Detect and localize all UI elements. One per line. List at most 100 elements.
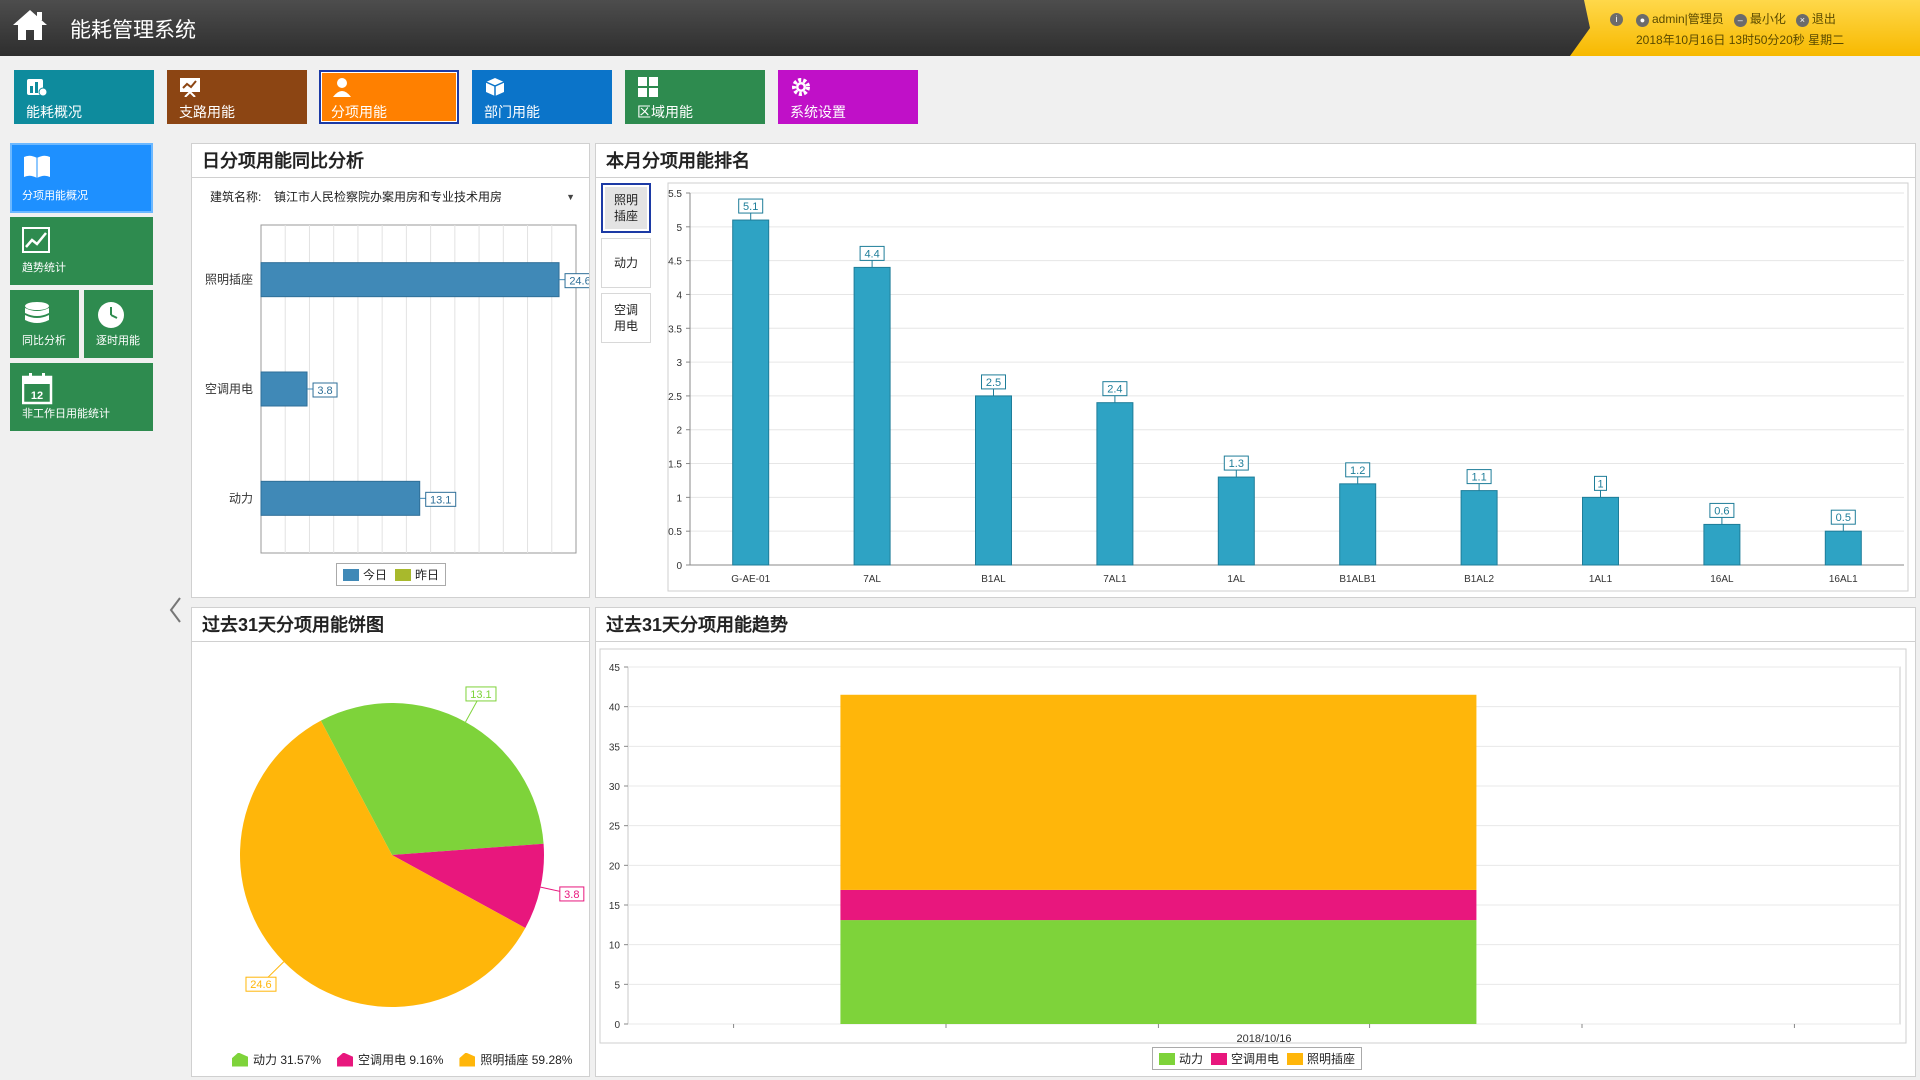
app-title: 能耗管理系统 xyxy=(70,19,196,42)
legend-item-air-conditioning[interactable]: 空调用电 9.16% xyxy=(337,1051,443,1068)
sidebar-item-label: 非工作日用能统计 xyxy=(22,408,110,420)
bar-value-label: 24.6 xyxy=(569,276,589,288)
calendar-icon: 12 xyxy=(22,373,53,405)
legend-item-yesterday[interactable]: 昨日 xyxy=(395,566,439,583)
ranking-bar[interactable] xyxy=(1582,496,1619,566)
gear-icon xyxy=(792,78,810,96)
legend-label: 动力 xyxy=(1179,1052,1204,1066)
bar-value-label: 0.5 xyxy=(1836,512,1851,524)
tab-power[interactable]: 动力 xyxy=(601,238,651,288)
sidebar-item-trend-stats[interactable]: 趋势统计 xyxy=(10,217,153,285)
sidebar-item-itemized-overview[interactable]: 分项用能概况 xyxy=(10,143,153,213)
pie-panel: 过去31天分项用能饼图 13.1 3.8 24.6 动力 31.57% 空调用电 9… xyxy=(191,607,590,1077)
legend-swatch xyxy=(395,568,412,581)
info-icon[interactable]: i xyxy=(1610,11,1626,26)
database-icon xyxy=(25,302,49,323)
daily-bar-chart: 照明插座 24.6 空调用电 3.8 动力 13.1 xyxy=(205,224,589,554)
building-dropdown-value: 镇江市人民检察院办案用房和专业技术用房 xyxy=(274,190,503,204)
y-tick-label: 5.5 xyxy=(668,189,682,200)
ranking-bar[interactable] xyxy=(1217,476,1255,566)
legend-item-lighting-sockets[interactable]: 照明插座 xyxy=(1287,1050,1355,1067)
nav-tile-energy-overview[interactable]: 能耗概况 xyxy=(14,70,154,124)
logout-label: 退出 xyxy=(1811,12,1836,26)
ranking-bar[interactable] xyxy=(1460,490,1498,566)
nav-tile-label: 分项用能 xyxy=(331,104,387,120)
nav-tile-label: 部门用能 xyxy=(484,104,540,120)
bar-value-label: 5.1 xyxy=(743,201,758,213)
bar-today[interactable] xyxy=(260,480,421,516)
bar-value-label: 1 xyxy=(1597,478,1603,490)
legend-label: 照明插座 xyxy=(1307,1052,1356,1066)
nav-tile-department-energy[interactable]: 部门用能 xyxy=(472,70,612,124)
y-tick-label: 0.5 xyxy=(668,527,682,538)
legend-item-today[interactable]: 今日 xyxy=(343,566,387,583)
minimize-button[interactable]: – 最小化 xyxy=(1733,10,1786,27)
ranking-bar[interactable] xyxy=(1096,402,1134,566)
tab-air-conditioning[interactable]: 空调 用电 xyxy=(601,293,651,343)
home-icon[interactable] xyxy=(10,6,50,46)
legend-label: 昨日 xyxy=(415,568,440,582)
legend-item-lighting-sockets[interactable]: 照明插座 59.28% xyxy=(459,1051,572,1068)
bar-value-label: 1.2 xyxy=(1350,465,1365,477)
nav-tile-branch-energy[interactable]: 支路用能 xyxy=(167,70,307,124)
ranking-bar[interactable] xyxy=(975,395,1012,566)
legend-item-air-conditioning[interactable]: 空调用电 xyxy=(1211,1050,1279,1067)
building-dropdown[interactable]: 镇江市人民检察院办案用房和专业技术用房 ▼ xyxy=(264,185,585,209)
collapse-sidebar-chevron-icon[interactable] xyxy=(168,596,184,624)
pie-value-label: 13.1 xyxy=(470,689,491,701)
pie-legend: 动力 31.57% 空调用电 9.16% 照明插座 59.28% xyxy=(232,1051,572,1068)
bar-value-label: 3.8 xyxy=(317,385,332,397)
user-icon xyxy=(333,78,351,97)
logout-button[interactable]: × 退出 xyxy=(1795,10,1836,27)
y-tick-label: 0 xyxy=(614,1020,620,1031)
nav-tile-area-energy[interactable]: 区域用能 xyxy=(625,70,765,124)
ranking-bar[interactable] xyxy=(1703,523,1741,566)
user-account[interactable]: ● admin|管理员 xyxy=(1636,10,1724,27)
pie-value-label: 3.8 xyxy=(564,889,579,901)
trend-legend: 动力 空调用电 照明插座 xyxy=(1152,1047,1363,1070)
y-tick-label: 5 xyxy=(614,980,620,991)
y-tick-label: 30 xyxy=(609,782,621,793)
x-tick-label: 2018/10/16 xyxy=(1236,1033,1291,1045)
x-tick-label: 7AL xyxy=(863,574,881,585)
bar-today[interactable] xyxy=(260,371,308,407)
x-tick-label: B1ALB1 xyxy=(1339,574,1376,585)
sidebar-item-non-workday-stats[interactable]: 12 非工作日用能统计 xyxy=(10,363,153,431)
grid-icon xyxy=(638,77,658,97)
nav-tile-label: 区域用能 xyxy=(637,104,693,120)
tab-lighting-sockets[interactable]: 照明 插座 xyxy=(601,183,651,233)
book-icon xyxy=(24,155,50,178)
ranking-bar[interactable] xyxy=(1339,483,1377,566)
minus-icon: – xyxy=(1733,14,1747,27)
cube-icon xyxy=(485,78,505,96)
sidebar-item-hourly-energy[interactable]: 逐时用能 xyxy=(84,290,153,358)
sidebar-item-yoy-analysis[interactable]: 同比分析 xyxy=(10,290,79,358)
ranking-bar[interactable] xyxy=(732,219,770,566)
close-icon: × xyxy=(1795,14,1809,27)
stacked-bar-segment[interactable] xyxy=(840,920,1477,1024)
ranking-bar[interactable] xyxy=(1824,530,1862,566)
stacked-bar-segment[interactable] xyxy=(840,694,1477,890)
app-header: 能耗管理系统 i ● admin|管理员 – 最小化 × 退出 2018年10月16日… xyxy=(0,0,1920,56)
monthly-ranking-panel: 本月分项用能排名 照明 插座 动力 空调 用电 0 0.5 1 1.5 2 2.5 3 3.5… xyxy=(595,143,1916,598)
category-tabs: 照明 插座 动力 空调 用电 xyxy=(601,183,653,348)
x-tick-label: G-AE-01 xyxy=(731,574,770,585)
y-tick-label: 3 xyxy=(676,358,682,369)
legend-label: 今日 xyxy=(363,568,388,582)
legend-item-power[interactable]: 动力 xyxy=(1159,1050,1203,1067)
sidebar-item-label: 趋势统计 xyxy=(22,262,66,274)
presentation-icon xyxy=(180,78,200,97)
bar-today[interactable] xyxy=(260,262,560,298)
bar-value-label: 4.4 xyxy=(864,248,879,260)
bar-value-label: 2.5 xyxy=(986,377,1001,389)
bar-chart-icon xyxy=(27,79,48,97)
nav-tile-system-settings[interactable]: 系统设置 xyxy=(778,70,918,124)
legend-item-power[interactable]: 动力 31.57% xyxy=(232,1051,321,1068)
nav-tile-itemized-energy[interactable]: 分项用能 xyxy=(319,70,459,124)
ranking-bar[interactable] xyxy=(853,266,891,566)
y-tick-label: 40 xyxy=(609,703,621,714)
y-tick-label: 2 xyxy=(676,426,682,437)
legend-swatch xyxy=(1159,1052,1175,1065)
panel-title: 过去31天分项用能饼图 xyxy=(192,608,589,642)
stacked-bar-segment[interactable] xyxy=(840,889,1477,921)
